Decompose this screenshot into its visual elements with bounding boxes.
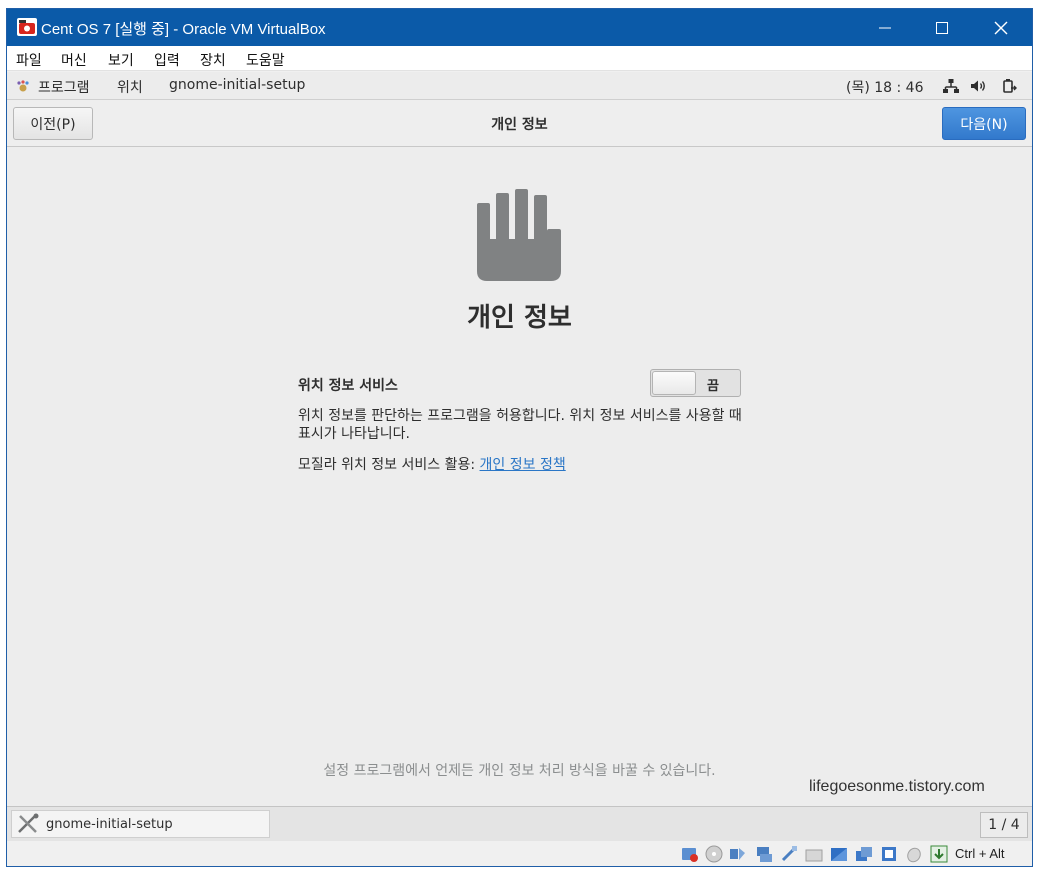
shared-folder-icon[interactable] [805, 845, 823, 863]
maximize-icon [936, 21, 948, 34]
applications-menu[interactable]: 프로그램 [38, 77, 90, 97]
privacy-page: 개인 정보 위치 정보 서비스 끔 위치 정보를 판단하는 프로그램을 허용합니… [7, 147, 1032, 806]
network-icon[interactable] [755, 845, 773, 863]
cpu-icon[interactable] [880, 845, 898, 863]
mozilla-service-text: 모질라 위치 정보 서비스 활용: [298, 457, 480, 473]
header-title: 개인 정보 [491, 117, 548, 133]
gnome-foot-icon [17, 80, 29, 92]
places-menu[interactable]: 위치 [117, 77, 143, 97]
title-bar[interactable]: Cent OS 7 [실행 중] - Oracle VM VirtualBox [7, 9, 1032, 46]
menu-help[interactable]: 도움말 [246, 50, 285, 70]
usb-icon[interactable] [780, 845, 798, 863]
audio-icon[interactable] [729, 845, 747, 863]
setup-tools-icon [18, 813, 39, 833]
app-menu[interactable]: gnome-initial-setup [169, 77, 305, 93]
workspace-indicator[interactable]: 1 / 4 [980, 812, 1028, 838]
hdd-icon[interactable] [681, 845, 699, 863]
close-button[interactable] [972, 9, 1030, 46]
mouse-integration-icon[interactable] [905, 845, 923, 863]
power-menu-icon[interactable] [1001, 78, 1017, 94]
watermark: lifegoesonme.tistory.com [809, 778, 985, 795]
next-button[interactable]: 다음(N) [942, 107, 1026, 140]
virtualbox-app-icon [17, 18, 37, 36]
gnome-top-bar: 프로그램 위치 gnome-initial-setup (목) 18 : 46 [7, 72, 1032, 100]
volume-icon[interactable] [970, 79, 987, 93]
taskbar-window-button[interactable]: gnome-initial-setup [11, 810, 270, 838]
page-heading: 개인 정보 [467, 303, 572, 333]
virtualbox-window: Cent OS 7 [실행 중] - Oracle VM VirtualBox … [6, 8, 1033, 867]
menu-file[interactable]: 파일 [16, 50, 42, 70]
menu-machine[interactable]: 머신 [61, 50, 87, 70]
location-services-switch[interactable]: 끔 [650, 369, 741, 397]
mozilla-location-service-line: 모질라 위치 정보 서비스 활용: 개인 정보 정책 [298, 454, 566, 474]
taskbar-window-label: gnome-initial-setup [46, 816, 173, 832]
network-wired-icon[interactable] [943, 79, 959, 94]
clock[interactable]: (목) 18 : 46 [846, 77, 924, 97]
maximize-button[interactable] [913, 9, 971, 46]
switch-state-label: 끔 [707, 379, 719, 394]
menu-bar: 파일 머신 보기 입력 장치 도움말 [7, 46, 1032, 71]
menu-view[interactable]: 보기 [108, 50, 134, 70]
virtualbox-status-bar: Ctrl + Alt [7, 841, 1032, 866]
recording-icon[interactable] [855, 845, 873, 863]
privacy-policy-link[interactable]: 개인 정보 정책 [480, 457, 566, 473]
optical-disk-icon[interactable] [705, 845, 723, 863]
menu-input[interactable]: 입력 [154, 50, 180, 70]
close-icon [994, 21, 1008, 34]
switch-knob[interactable] [652, 371, 696, 395]
privacy-hand-icon [477, 189, 561, 281]
menu-devices[interactable]: 장치 [200, 50, 226, 70]
minimize-button[interactable] [856, 9, 914, 46]
location-services-label: 위치 정보 서비스 [298, 378, 398, 394]
minimize-icon [879, 27, 891, 28]
gnome-window-list: gnome-initial-setup 1 / 4 [7, 806, 1032, 841]
location-services-description: 위치 정보를 판단하는 프로그램을 허용합니다. 위치 정보 서비스를 사용할 … [298, 408, 742, 442]
window-title: Cent OS 7 [실행 중] - Oracle VM VirtualBox [41, 21, 326, 38]
host-key-indicator[interactable]: Ctrl + Alt [955, 846, 1005, 861]
download-icon[interactable] [930, 845, 948, 863]
privacy-footer-note: 설정 프로그램에서 언제든 개인 정보 처리 방식을 바꿀 수 있습니다. [323, 763, 716, 779]
setup-header-bar: 이전(P) 개인 정보 다음(N) [7, 100, 1032, 147]
display-icon[interactable] [830, 845, 848, 863]
